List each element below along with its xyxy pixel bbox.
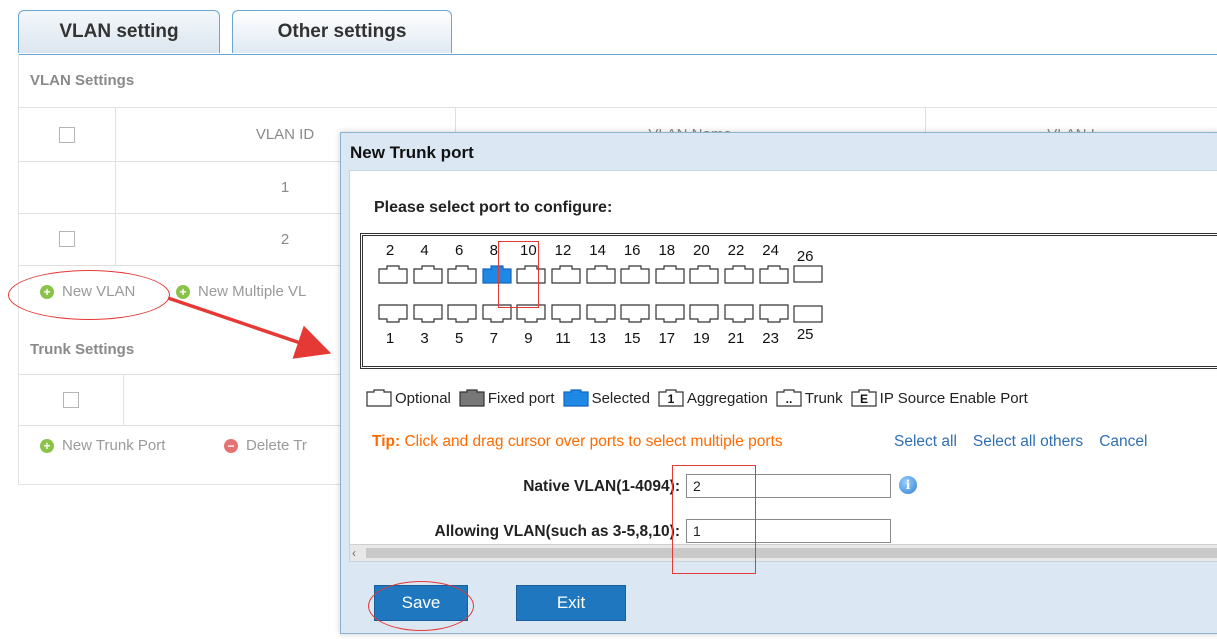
arrow-line [167,296,332,359]
annotation-arrow [167,296,332,359]
